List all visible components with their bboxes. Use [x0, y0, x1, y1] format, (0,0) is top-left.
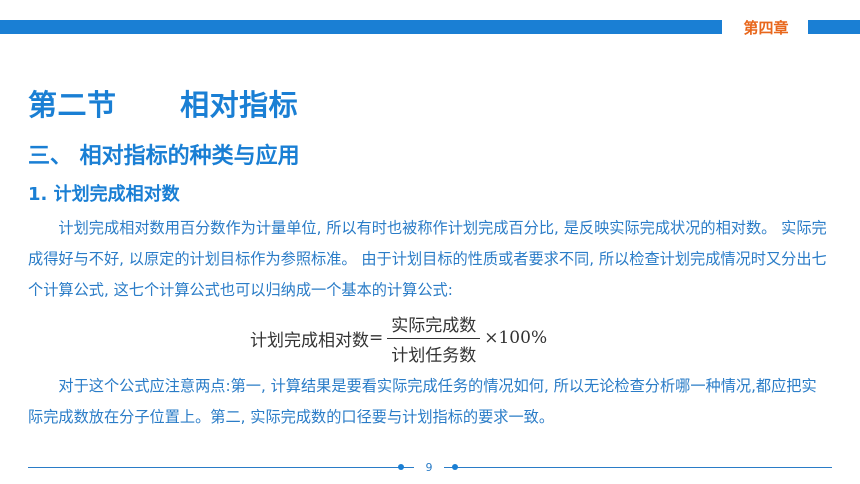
header-bar-left	[0, 20, 722, 34]
formula-fraction: 实际完成数 计划任务数	[387, 311, 481, 366]
paragraph-notes: 对于这个公式应注意两点:第一, 计算结果是要看实际完成任务的情况如何, 所以无论…	[28, 377, 817, 426]
formula: 计划完成相对数 = 实际完成数 计划任务数 ×100%	[250, 311, 548, 366]
section-title: 第二节 相对指标	[28, 88, 299, 122]
page-number: 9	[414, 457, 444, 477]
footer-dot-left	[398, 464, 404, 470]
subtitle: 三、 相对指标的种类与应用	[28, 144, 300, 169]
formula-denominator: 计划任务数	[391, 345, 477, 366]
sub-subtitle: 1. 计划完成相对数	[28, 184, 180, 205]
chapter-label: 第四章	[743, 18, 789, 37]
paragraph-intro: 计划完成相对数用百分数作为计量单位, 所以有时也被称作计划完成百分比, 是反映实…	[28, 219, 827, 299]
footer-dot-right	[452, 464, 458, 470]
formula-lhs: 计划完成相对数	[250, 330, 369, 351]
formula-numerator: 实际完成数	[387, 311, 481, 339]
formula-multiplier: ×100%	[484, 328, 548, 348]
header-bar-right	[808, 20, 860, 34]
formula-equals: =	[369, 328, 384, 348]
